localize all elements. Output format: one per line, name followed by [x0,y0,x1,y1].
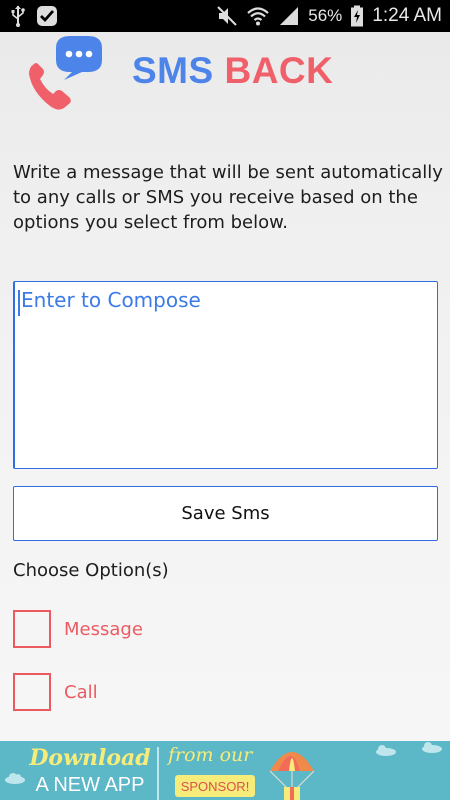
wifi-icon [246,5,270,27]
app-title: SMS BACK [132,50,333,92]
usb-icon [10,5,26,27]
app-header: SMS BACK [0,32,450,122]
app-title-sms: SMS [132,50,214,91]
description-text: Write a message that will be sent automa… [13,162,443,233]
app-title-back: BACK [224,50,334,91]
signal-icon [278,5,300,27]
battery-charging-icon [350,5,364,27]
options-heading: Choose Option(s) [13,560,169,581]
phone-chat-logo-icon [26,34,108,114]
ad-banner[interactable]: Download A NEW APP from our SPONSOR! [0,741,450,800]
ad-from-our-text: from our [168,744,253,766]
call-checkbox[interactable] [13,673,51,711]
clock: 1:24 AM [372,5,442,26]
ad-download-text: Download [29,745,151,771]
compose-message-input[interactable] [13,281,438,469]
message-option-label: Message [64,618,143,640]
battery-percent: 56% [308,6,343,25]
option-call[interactable]: Call [13,672,98,712]
mute-icon [216,5,238,27]
cloud-icon [4,769,26,788]
call-option-label: Call [64,681,98,703]
ad-new-app-text: A NEW APP [35,774,145,796]
parachute-gift-icon [262,741,450,800]
message-checkbox[interactable] [13,610,51,648]
check-notification-icon [36,5,58,27]
ad-sponsor-badge: SPONSOR! [175,775,255,797]
option-message[interactable]: Message [13,609,143,649]
ad-divider [157,747,159,800]
save-sms-button[interactable]: Save Sms [13,486,438,541]
text-cursor [18,290,20,316]
status-bar: 56% 1:24 AM [0,0,450,32]
